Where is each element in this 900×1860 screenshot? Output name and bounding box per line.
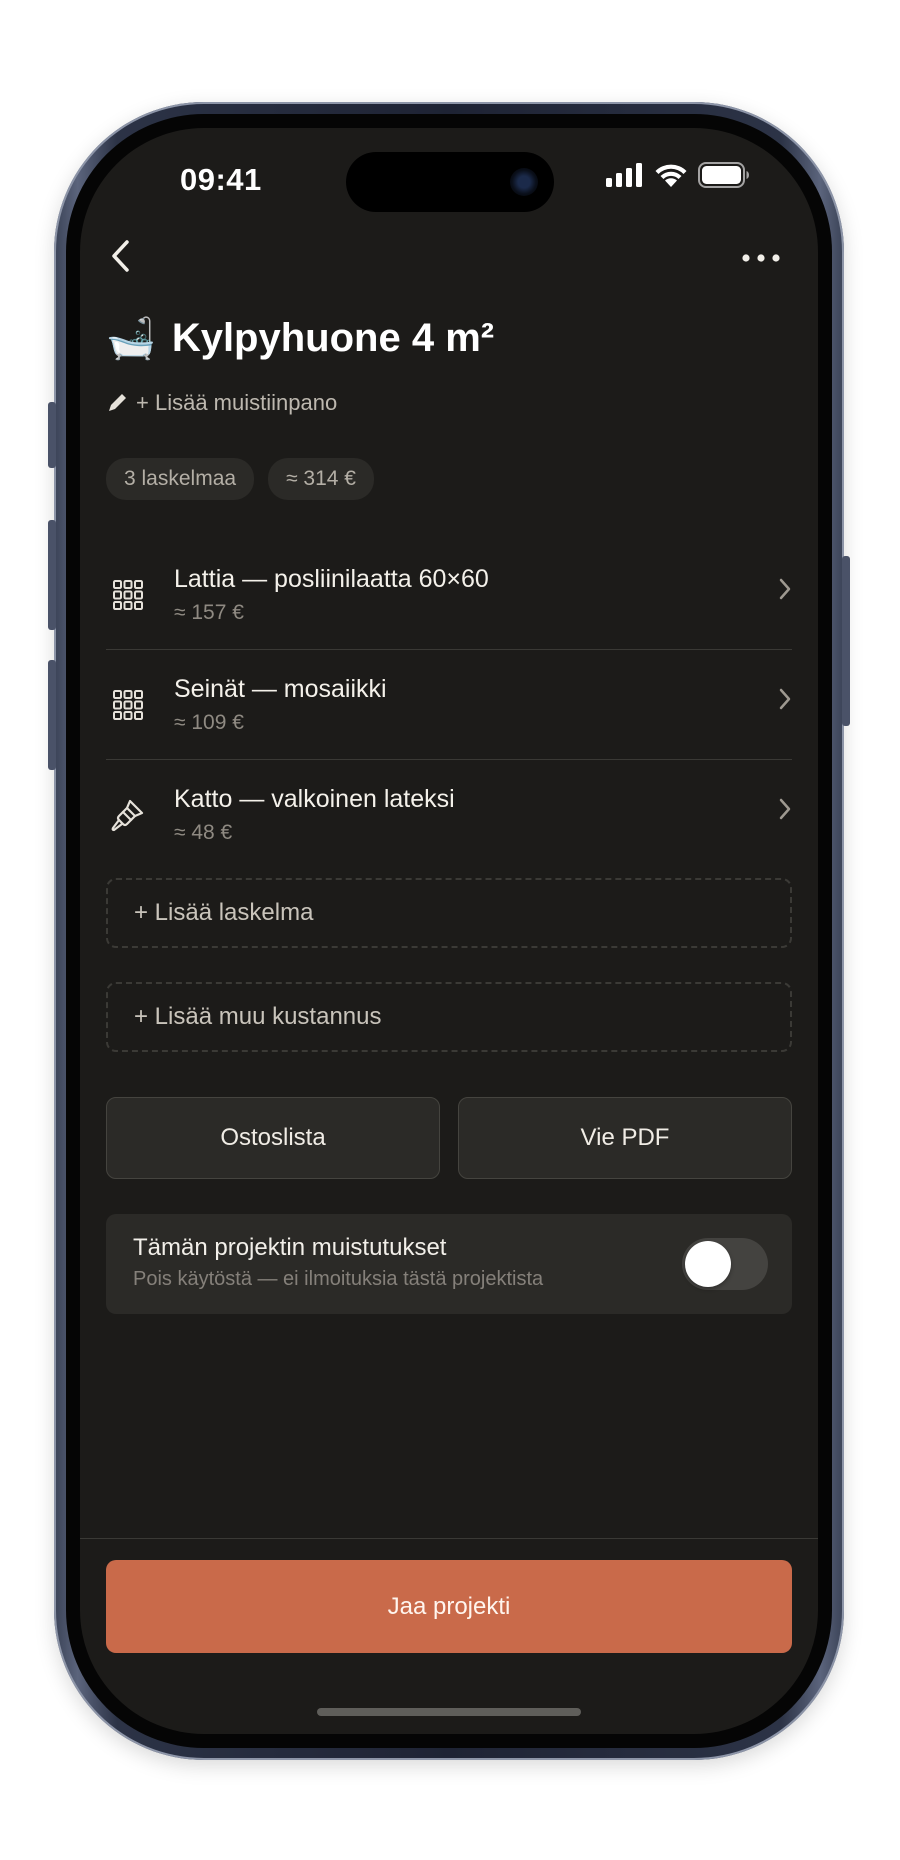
add-note-button[interactable]: + Lisää muistiinpano <box>106 390 337 416</box>
battery-icon <box>698 161 750 193</box>
calculation-title: Lattia — posliinilaatta 60×60 <box>174 564 489 593</box>
status-time: 09:41 <box>180 162 262 197</box>
front-camera-icon <box>510 168 538 196</box>
dynamic-island <box>346 152 554 212</box>
bathtub-icon: 🛁 <box>106 316 156 361</box>
chevron-right-icon <box>779 688 791 710</box>
status-icons <box>606 161 750 193</box>
shopping-list-button[interactable]: Ostoslista <box>106 1097 440 1179</box>
cellular-signal-icon <box>606 162 644 192</box>
summary-chips: 3 laskelmaa ≈ 314 € <box>106 458 374 500</box>
calculation-title: Katto — valkoinen lateksi <box>174 785 455 813</box>
calculation-row-floor[interactable]: Lattia — posliinilaatta 60×60 ≈ 157 € <box>106 540 792 650</box>
project-header: 🛁 Kylpyhuone 4 m² <box>106 316 494 361</box>
share-project-button[interactable]: Jaa projekti <box>106 1560 792 1653</box>
tile-grid-icon <box>106 573 150 617</box>
chevron-left-icon <box>112 240 129 272</box>
volume-down-button <box>48 660 56 770</box>
calculation-price: ≈ 109 € <box>174 710 244 734</box>
add-note-label: + Lisää muistiinpano <box>136 390 338 415</box>
more-horizontal-icon <box>742 254 780 262</box>
calculation-row-ceiling[interactable]: Katto — valkoinen lateksi ≈ 48 € <box>106 760 792 870</box>
wifi-icon <box>654 162 688 193</box>
back-button[interactable] <box>98 234 142 278</box>
reminders-toggle[interactable] <box>682 1238 768 1290</box>
reminders-card: Tämän projektin muistutukset Pois käytös… <box>106 1214 792 1314</box>
reminders-title: Tämän projektin muistutukset <box>133 1234 447 1261</box>
calculation-price: ≈ 48 € <box>174 821 233 844</box>
volume-up-button <box>48 520 56 630</box>
calculation-count-badge: 3 laskelmaa <box>106 458 255 500</box>
calculation-list: Lattia — posliinilaatta 60×60 ≈ 157 € Se… <box>106 540 792 870</box>
calculation-title: Seinät — mosaiikki <box>174 674 387 703</box>
add-other-cost-button[interactable]: + Lisää muu kustannus <box>106 982 792 1052</box>
chevron-right-icon <box>779 578 791 600</box>
app-screen: 09:41 🛁 Kylpyhuone 4 m² + Lisää muistiin… <box>80 128 818 1734</box>
export-pdf-button[interactable]: Vie PDF <box>458 1097 792 1179</box>
action-button <box>48 402 56 468</box>
page-title: Kylpyhuone 4 m² <box>171 316 495 360</box>
total-cost-badge: ≈ 314 € <box>268 458 374 500</box>
add-calculation-button[interactable]: + Lisää laskelma <box>106 878 792 948</box>
power-button <box>842 556 850 726</box>
home-indicator <box>317 1708 581 1716</box>
calculation-row-walls[interactable]: Seinät — mosaiikki ≈ 109 € <box>106 650 792 760</box>
tile-grid-icon <box>106 683 150 727</box>
toggle-knob <box>685 1241 731 1287</box>
bottom-divider <box>80 1538 818 1539</box>
reminders-subtitle: Pois käytöstä — ei ilmoituksia tästä pro… <box>133 1268 544 1290</box>
more-button[interactable] <box>736 238 786 278</box>
paintbrush-icon <box>106 793 150 837</box>
chevron-right-icon <box>779 798 791 820</box>
pencil-icon <box>109 394 126 411</box>
calculation-price: ≈ 157 € <box>174 600 244 624</box>
